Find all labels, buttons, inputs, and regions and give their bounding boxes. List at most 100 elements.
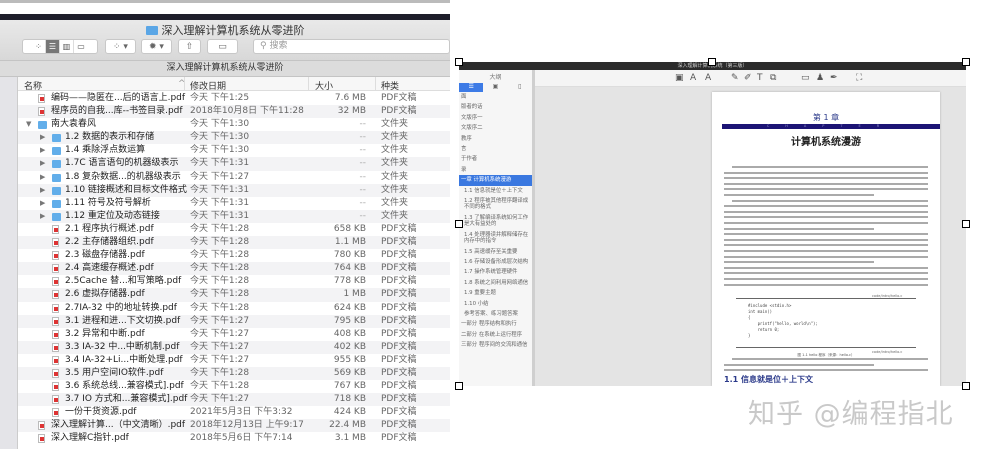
file-row[interactable]: 3.3 IA-32 中...中断机制.pdf 今天 下午1:27 402 KB PDF… bbox=[18, 340, 450, 354]
finder-sidebar[interactable] bbox=[0, 77, 18, 449]
outline-item[interactable]: 版者的话 bbox=[459, 102, 532, 112]
text-style-icon[interactable]: A bbox=[705, 73, 711, 83]
search-input[interactable]: ⚲ 搜索 bbox=[253, 39, 450, 54]
group-button[interactable]: ⁘ ▾ bbox=[105, 39, 136, 54]
outline-item[interactable]: 1.8 系统之间利用网络通信 bbox=[459, 278, 532, 288]
folder-row[interactable]: ▶ 1.2 数据的表示和存储 今天 下午1:30 -- 文件夹 bbox=[18, 131, 450, 145]
row-kind: PDF文稿 bbox=[381, 302, 417, 313]
file-row[interactable]: 深入理解计算...（中文清晰）.pdf 2018年12月13日 上午9:17 22.… bbox=[18, 419, 450, 433]
disclosure-closed-icon[interactable]: ▶ bbox=[40, 197, 45, 210]
file-row[interactable]: 一份干货资源.pdf 2021年5月3日 下午3:32 424 KB PDF文稿 bbox=[18, 406, 450, 419]
row-kind: 文件夹 bbox=[381, 145, 409, 156]
bookmark-tab-icon[interactable]: ▯ bbox=[508, 83, 532, 92]
image-icon[interactable]: ▣ bbox=[675, 73, 684, 83]
outline-item[interactable]: 教序 bbox=[459, 134, 532, 144]
folder-row[interactable]: ▶ 1.7C 语言语句的机器级表示 今天 下午1:31 -- 文件夹 bbox=[18, 157, 450, 171]
outline-item[interactable]: 录 bbox=[459, 165, 532, 175]
folder-row[interactable]: ▶ 1.4 乘除浮点数运算 今天 下午1:30 -- 文件夹 bbox=[18, 144, 450, 157]
outline-item[interactable]: 二部分 在系统上运行程序 bbox=[459, 330, 532, 340]
folder-row[interactable]: ▼ 南大袁春风 今天 下午1:30 -- 文件夹 bbox=[18, 118, 450, 131]
outline-tab-icon[interactable]: ☰ bbox=[459, 83, 484, 92]
disclosure-closed-icon[interactable]: ▶ bbox=[40, 171, 45, 184]
resize-handle[interactable] bbox=[962, 58, 970, 66]
folder-row[interactable]: ▶ 1.12 重定位及动态链接 今天 下午1:31 -- 文件夹 bbox=[18, 209, 450, 223]
tag-button[interactable]: ▭ bbox=[207, 39, 238, 54]
fullscreen-icon[interactable]: ⛶ bbox=[856, 73, 862, 83]
column-name[interactable]: 名称 bbox=[24, 79, 42, 92]
file-row[interactable]: 3.4 IA-32+Li...中断处理.pdf 今天 下午1:27 955 KB PD… bbox=[18, 354, 450, 367]
outline-item[interactable]: 1.3 了解编译系统如何工作是大有益处的 bbox=[459, 213, 532, 230]
column-divider[interactable] bbox=[308, 77, 309, 90]
file-row[interactable]: 程序员的自我...库--书签目录.pdf 2018年10月8日 下午11:28 32… bbox=[18, 105, 450, 119]
column-kind[interactable]: 种类 bbox=[381, 79, 399, 92]
resize-handle[interactable] bbox=[708, 58, 716, 66]
row-size: -- bbox=[359, 145, 367, 156]
pencil-icon[interactable]: ✎ bbox=[731, 73, 739, 83]
note-icon[interactable]: ▭ bbox=[801, 73, 810, 83]
column-divider[interactable] bbox=[184, 77, 185, 90]
file-row[interactable]: 2.3 磁盘存储器.pdf 今天 下午1:28 780 KB PDF文稿 bbox=[18, 249, 450, 262]
outline-item[interactable]: 1.1 信息就是位＋上下文 bbox=[459, 186, 532, 196]
outline-item[interactable]: 1.6 存储设备形成层次结构 bbox=[459, 257, 532, 267]
file-row[interactable]: 3.7 IO 方式和...兼容模式].pdf 今天 下午1:27 718 KB PDF… bbox=[18, 393, 450, 407]
file-row[interactable]: 2.7IA-32 中的地址转换.pdf 今天 下午1:28 624 KB PDF文稿 bbox=[18, 302, 450, 315]
text-size-icon[interactable]: A bbox=[690, 73, 696, 83]
text-tool-icon[interactable]: T bbox=[757, 73, 763, 83]
resize-handle[interactable] bbox=[455, 382, 463, 390]
disclosure-closed-icon[interactable]: ▶ bbox=[40, 144, 45, 157]
list-view-button[interactable]: ☰ bbox=[46, 40, 60, 53]
outline-item[interactable]: 文版序二 bbox=[459, 123, 532, 133]
icon-view-button[interactable]: ⁘ bbox=[32, 40, 46, 53]
outline-item[interactable]: 三部分 程序间的交流和通信 bbox=[459, 340, 532, 350]
disclosure-closed-icon[interactable]: ▶ bbox=[40, 131, 45, 144]
disclosure-open-icon[interactable]: ▼ bbox=[26, 118, 31, 131]
column-divider[interactable] bbox=[375, 77, 376, 90]
folder-row[interactable]: ▶ 1.8 复杂数据...的机器级表示 今天 下午1:27 -- 文件夹 bbox=[18, 171, 450, 184]
file-row[interactable]: 3.6 系统总线...兼容模式].pdf 今天 下午1:28 767 KB PDF文稿 bbox=[18, 380, 450, 393]
outline-item[interactable]: 1.5 高速缓存至关重要 bbox=[459, 247, 532, 257]
file-row[interactable]: 编码——隐匿在...后的语言上.pdf 今天 下午1:25 7.6 MB PDF文稿 bbox=[18, 92, 450, 105]
share-button[interactable]: ⇧ bbox=[178, 39, 201, 54]
column-size[interactable]: 大小 bbox=[315, 79, 333, 92]
outline-item[interactable]: 面 bbox=[459, 92, 532, 102]
outline-item[interactable]: 一章 计算机系统漫游 bbox=[459, 175, 532, 186]
outline-item[interactable]: 1.10 小结 bbox=[459, 299, 532, 309]
column-view-button[interactable]: ▥ bbox=[60, 40, 74, 53]
file-row[interactable]: 2.2 主存储器组织.pdf 今天 下午1:28 1.1 MB PDF文稿 bbox=[18, 236, 450, 250]
disclosure-closed-icon[interactable]: ▶ bbox=[40, 210, 45, 223]
outline-item[interactable]: 言 bbox=[459, 144, 532, 154]
disclosure-closed-icon[interactable]: ▶ bbox=[40, 184, 45, 197]
resize-handle[interactable] bbox=[455, 58, 463, 66]
file-row[interactable]: 2.1 程序执行概述.pdf 今天 下午1:28 658 KB PDF文稿 bbox=[18, 223, 450, 236]
file-row[interactable]: 深入理解C指针.pdf 2018年5月6日 下午7:14 3.1 MB PDF文稿 bbox=[18, 432, 450, 445]
stamp-icon[interactable]: ♟ bbox=[816, 73, 824, 83]
outline-item[interactable]: 1.7 操作系统管理硬件 bbox=[459, 267, 532, 277]
outline-item[interactable]: 1.4 处理器读并解释储存在内存中的指令 bbox=[459, 230, 532, 247]
resize-handle[interactable] bbox=[962, 382, 970, 390]
thumbnail-tab-icon[interactable]: ▣ bbox=[483, 83, 507, 92]
outline-item[interactable]: 于作者 bbox=[459, 154, 532, 164]
file-row[interactable]: 2.5Cache 替...和写策略.pdf 今天 下午1:28 778 KB PDF文… bbox=[18, 275, 450, 288]
outline-item[interactable]: 一部分 程序结构和执行 bbox=[459, 319, 532, 329]
resize-handle[interactable] bbox=[962, 220, 970, 228]
file-row[interactable]: 3.1 进程和进...下文切换.pdf 今天 下午1:27 795 KB PDF文稿 bbox=[18, 314, 450, 328]
outline-item[interactable]: 参考答案、练习题答案 bbox=[459, 309, 532, 319]
file-row[interactable]: 3.2 异常和中断.pdf 今天 下午1:27 408 KB PDF文稿 bbox=[18, 328, 450, 341]
file-row[interactable]: 3.5 用户空间IO软件.pdf 今天 下午1:28 569 KB PDF文稿 bbox=[18, 366, 450, 381]
highlighter-icon[interactable]: ✐ bbox=[744, 73, 752, 83]
column-date[interactable]: 修改日期 bbox=[190, 79, 226, 92]
disclosure-closed-icon[interactable]: ▶ bbox=[40, 157, 45, 170]
folder-row[interactable]: ▶ 1.10 链接概述和目标文件格式 今天 下午1:31 -- 文件夹 bbox=[18, 183, 450, 197]
outline-item[interactable]: 文版序一 bbox=[459, 113, 532, 123]
outline-item[interactable]: 1.2 程序被其他程序翻译成不同的格式 bbox=[459, 196, 532, 213]
shape-icon[interactable]: ⧉ bbox=[770, 73, 776, 83]
folder-row[interactable]: ▶ 1.11 符号及符号解析 今天 下午1:31 -- 文件夹 bbox=[18, 197, 450, 210]
resize-handle[interactable] bbox=[455, 220, 463, 228]
search-placeholder: 搜索 bbox=[269, 41, 288, 51]
pen-icon[interactable]: ✒ bbox=[830, 73, 838, 83]
file-row[interactable]: 2.4 高速缓存概述.pdf 今天 下午1:28 764 KB PDF文稿 bbox=[18, 262, 450, 276]
gallery-view-button[interactable]: ▭ bbox=[74, 40, 88, 53]
outline-item[interactable]: 1.9 重要主题 bbox=[459, 288, 532, 298]
file-row[interactable]: 2.6 虚拟存储器.pdf 今天 下午1:28 1 MB PDF文稿 bbox=[18, 288, 450, 302]
action-gear-button[interactable]: ✹ ▾ bbox=[141, 39, 172, 54]
